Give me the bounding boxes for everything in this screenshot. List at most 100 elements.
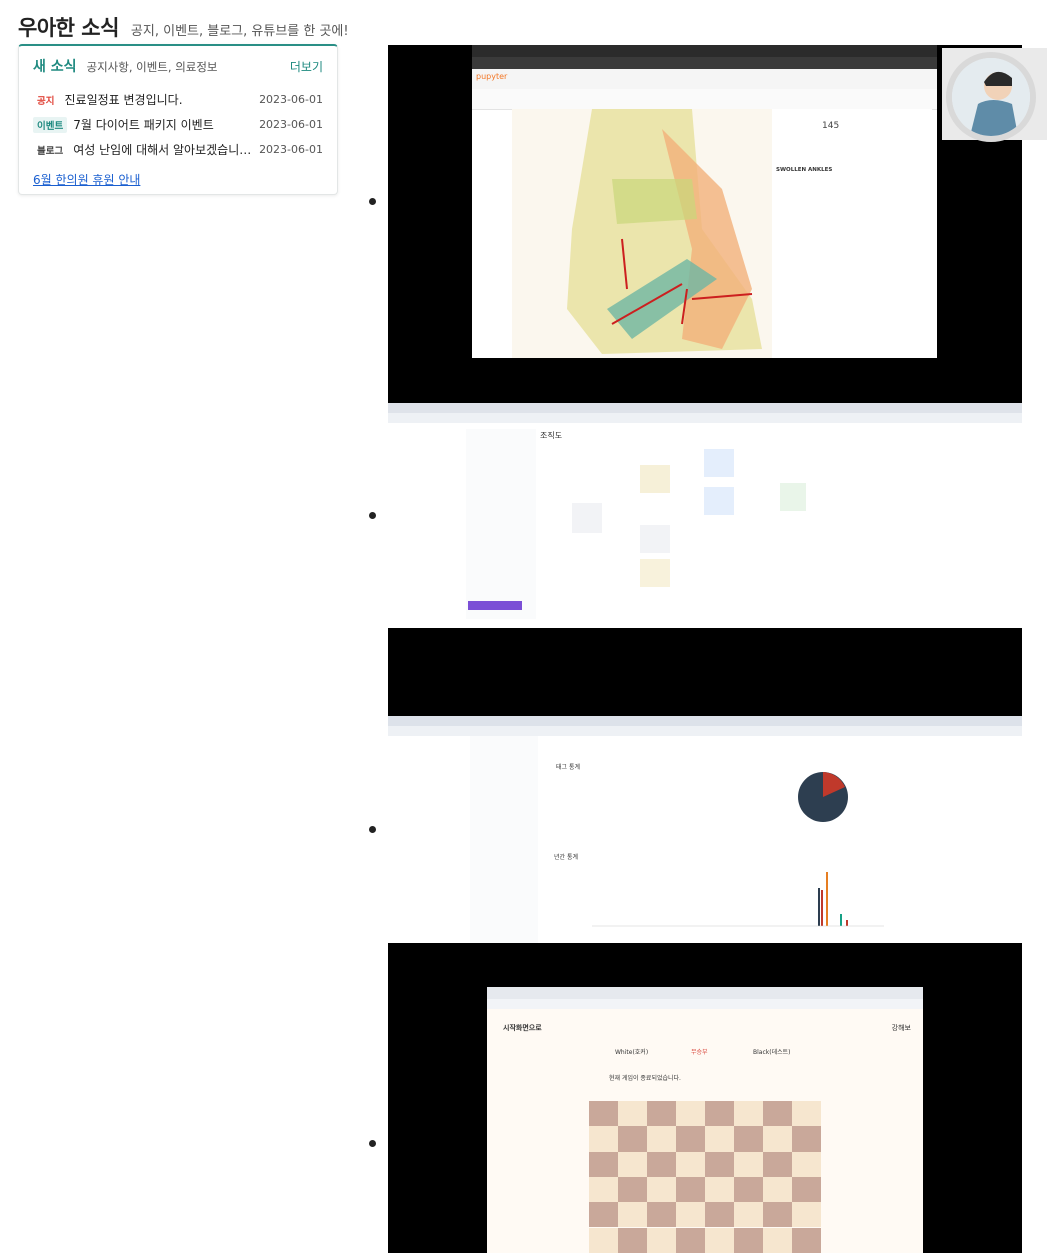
news-title: 7월 다이어트 패키지 이벤트 bbox=[73, 118, 214, 132]
news-date: 2023-06-01 bbox=[259, 93, 323, 106]
chess-square[interactable] bbox=[763, 1227, 792, 1253]
leave-button[interactable]: 강해보 bbox=[892, 1023, 911, 1033]
back-to-start-button[interactable]: 시작화면으로 bbox=[503, 1023, 542, 1033]
chess-square[interactable] bbox=[589, 1202, 618, 1228]
chess-square[interactable] bbox=[589, 1227, 618, 1253]
page-title: 우아한 소식 bbox=[18, 16, 119, 40]
chess-square[interactable] bbox=[589, 1101, 618, 1127]
chess-board[interactable] bbox=[589, 1101, 821, 1253]
admin-sidebar bbox=[470, 736, 538, 943]
browser-tabbar bbox=[388, 716, 1022, 726]
list-bullet bbox=[369, 1140, 376, 1147]
chess-square[interactable] bbox=[763, 1151, 792, 1177]
chess-square[interactable] bbox=[618, 1227, 647, 1253]
news-heading: 새 소식 bbox=[33, 59, 77, 75]
jupyter-toolbar bbox=[472, 89, 937, 110]
chess-square[interactable] bbox=[734, 1176, 763, 1203]
news-title: 진료일정표 변경입니다. bbox=[64, 93, 183, 107]
news-categories: 공지사항, 이벤트, 의료정보 bbox=[86, 60, 218, 74]
black-player-label: Black(데스트) bbox=[753, 1049, 791, 1056]
browser-window: 태그 통계 년간 통계 bbox=[388, 716, 1022, 943]
chess-square[interactable] bbox=[647, 1176, 676, 1203]
screenshot-org-chart[interactable]: 조직도 bbox=[388, 403, 1022, 628]
avatar[interactable] bbox=[946, 52, 1036, 142]
news-date: 2023-06-01 bbox=[259, 118, 323, 131]
chess-square[interactable] bbox=[763, 1101, 792, 1127]
chess-square[interactable] bbox=[705, 1101, 734, 1127]
chess-square[interactable] bbox=[618, 1151, 647, 1177]
holiday-notice-link[interactable]: 6월 한의원 휴원 안내 bbox=[33, 171, 140, 188]
chess-square[interactable] bbox=[763, 1202, 792, 1228]
chess-square[interactable] bbox=[792, 1176, 821, 1203]
chess-square[interactable] bbox=[705, 1202, 734, 1228]
chess-square[interactable] bbox=[676, 1101, 705, 1127]
news-item[interactable]: 이벤트 7월 다이어트 패키지 이벤트 2023-06-01 bbox=[33, 116, 323, 133]
chess-square[interactable] bbox=[647, 1126, 676, 1152]
chess-square[interactable] bbox=[734, 1227, 763, 1253]
chess-square[interactable] bbox=[792, 1126, 821, 1152]
chess-square[interactable] bbox=[734, 1151, 763, 1177]
chess-square[interactable] bbox=[618, 1202, 647, 1228]
browser-addressbar bbox=[388, 413, 1022, 423]
chess-square[interactable] bbox=[647, 1227, 676, 1253]
browser-addressbar bbox=[487, 999, 923, 1009]
anatomy-notes-panel: 145 SWOLLEN ANKLES bbox=[772, 109, 932, 358]
list-bullet bbox=[369, 512, 376, 519]
browser-tabbar bbox=[487, 987, 923, 999]
browser-window: pupyter 145 SWOLLEN ANKLES bbox=[472, 45, 937, 358]
news-badge: 공지 bbox=[37, 95, 55, 107]
chess-square[interactable] bbox=[705, 1176, 734, 1203]
chess-square[interactable] bbox=[589, 1176, 618, 1203]
jupyter-logo: pupyter bbox=[476, 72, 508, 81]
chess-square[interactable] bbox=[734, 1202, 763, 1228]
chess-square[interactable] bbox=[647, 1151, 676, 1177]
chess-square[interactable] bbox=[705, 1227, 734, 1253]
chess-square[interactable] bbox=[705, 1126, 734, 1152]
org-node bbox=[572, 503, 602, 533]
screenshot-anatomy[interactable]: pupyter 145 SWOLLEN ANKLES bbox=[388, 45, 1022, 403]
chess-square[interactable] bbox=[676, 1176, 705, 1203]
org-node bbox=[704, 487, 734, 515]
screenshot-statistics[interactable]: 태그 통계 년간 통계 bbox=[388, 628, 1022, 943]
chess-square[interactable] bbox=[792, 1101, 821, 1127]
chess-square[interactable] bbox=[618, 1126, 647, 1152]
yearly-stats-heading: 년간 통계 bbox=[554, 854, 578, 861]
chess-square[interactable] bbox=[734, 1126, 763, 1152]
jupyter-header: pupyter bbox=[472, 69, 937, 90]
chess-square[interactable] bbox=[705, 1151, 734, 1177]
browser-tabbar bbox=[388, 403, 1022, 413]
notes-heading: SWOLLEN ANKLES bbox=[776, 167, 833, 173]
chess-square[interactable] bbox=[589, 1151, 618, 1177]
chess-square[interactable] bbox=[647, 1101, 676, 1127]
sidebar-item-org-chart[interactable] bbox=[468, 601, 522, 610]
page-subtitle: 공지, 이벤트, 블로그, 유튜브를 한 곳에! bbox=[130, 24, 349, 39]
chess-square[interactable] bbox=[792, 1202, 821, 1228]
chess-square[interactable] bbox=[676, 1151, 705, 1177]
bar-chart bbox=[592, 872, 884, 927]
chess-square[interactable] bbox=[676, 1126, 705, 1152]
chess-square[interactable] bbox=[734, 1101, 763, 1127]
chess-square[interactable] bbox=[763, 1176, 792, 1203]
news-item[interactable]: 블로그 여성 난임에 대해서 알아보겠습니다ddd 2023-06-01 bbox=[33, 141, 323, 158]
person-illustration bbox=[952, 58, 1030, 136]
chess-square[interactable] bbox=[676, 1202, 705, 1228]
tag-stats-heading: 태그 통계 bbox=[556, 764, 580, 771]
chess-square[interactable] bbox=[618, 1101, 647, 1127]
chess-square[interactable] bbox=[618, 1176, 647, 1203]
game-status-message: 현재 게임이 종료되었습니다. bbox=[609, 1075, 681, 1082]
admin-sidebar bbox=[466, 429, 536, 619]
chess-square[interactable] bbox=[676, 1227, 705, 1253]
news-card: 새 소식 공지사항, 이벤트, 의료정보 더보기 공지 진료일정표 변경입니다.… bbox=[18, 44, 338, 195]
chess-square[interactable] bbox=[763, 1126, 792, 1152]
list-bullet bbox=[369, 826, 376, 833]
pie-chart bbox=[798, 772, 848, 822]
news-card-header: 새 소식 공지사항, 이벤트, 의료정보 더보기 bbox=[33, 56, 323, 76]
screenshot-chess-game[interactable]: 시작화면으로 강해보 White(호커) 무승부 Black(데스트) 현재 게… bbox=[388, 943, 1022, 1253]
chess-square[interactable] bbox=[647, 1202, 676, 1228]
chess-square[interactable] bbox=[589, 1126, 618, 1152]
news-item[interactable]: 공지 진료일정표 변경입니다. 2023-06-01 bbox=[33, 91, 323, 108]
more-link[interactable]: 더보기 bbox=[290, 58, 323, 75]
chess-square[interactable] bbox=[792, 1151, 821, 1177]
chess-square[interactable] bbox=[792, 1227, 821, 1253]
page-header: 우아한 소식 공지, 이벤트, 블로그, 유튜브를 한 곳에! bbox=[18, 12, 349, 42]
